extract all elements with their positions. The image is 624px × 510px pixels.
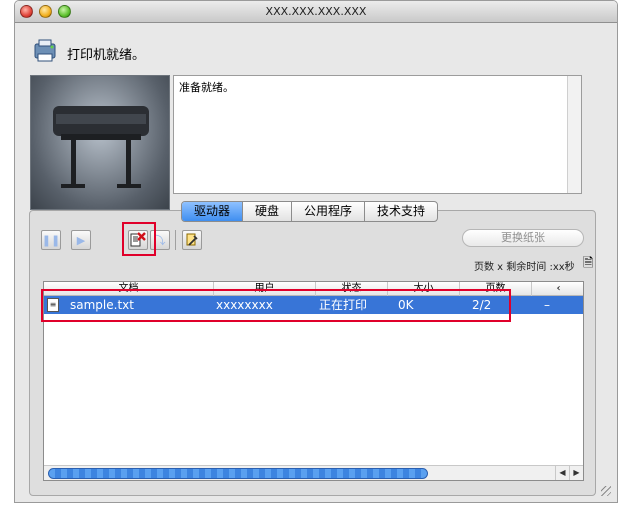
scroll-right-icon[interactable]: ▶ bbox=[569, 466, 583, 480]
remaining-time-text: 页数 x 剩余时间 :xx秒 bbox=[474, 262, 575, 273]
document-icon: 🗎 bbox=[583, 256, 594, 271]
status-message: 准备就绪。 bbox=[179, 81, 234, 94]
pause-icon: ❚❚ bbox=[41, 233, 61, 247]
resize-grip-icon[interactable] bbox=[601, 486, 611, 496]
tab-support[interactable]: 技术支持 bbox=[365, 202, 437, 221]
window-title: XXX.XXX.XXX.XXX bbox=[265, 5, 367, 18]
printer-status-window: XXX.XXX.XXX.XXX 打印机就绪。 准备就绪。 驱动器 硬盘 公用程序… bbox=[14, 0, 618, 503]
printer-status-text: 打印机就绪。 bbox=[67, 48, 146, 63]
wrench-icon bbox=[186, 233, 198, 246]
row-extra: – bbox=[544, 298, 550, 312]
column-more[interactable]: ‹ bbox=[532, 282, 585, 296]
maintenance-button[interactable] bbox=[182, 230, 202, 250]
printer-illustration bbox=[53, 106, 149, 188]
tab-driver[interactable]: 驱动器 bbox=[182, 202, 244, 221]
scroll-thumb[interactable] bbox=[48, 468, 428, 479]
status-message-box: 准备就绪。 bbox=[173, 75, 582, 194]
resume-job-icon: ⤵ bbox=[154, 234, 166, 247]
message-scrollbar[interactable] bbox=[567, 76, 581, 193]
tab-bar: 驱动器 硬盘 公用程序 技术支持 bbox=[181, 201, 439, 222]
printer-status-icon bbox=[34, 39, 56, 62]
pause-printer-button[interactable]: ❚❚ bbox=[41, 230, 61, 250]
scroll-left-icon[interactable]: ◀ bbox=[555, 466, 569, 480]
resume-printer-button[interactable]: ▶ bbox=[71, 230, 91, 250]
change-paper-button[interactable]: 更换纸张 bbox=[462, 229, 584, 247]
delete-job-highlight bbox=[122, 222, 156, 256]
play-icon: ▶ bbox=[76, 233, 86, 247]
tab-utility[interactable]: 公用程序 bbox=[292, 202, 366, 221]
job-row-highlight bbox=[41, 289, 511, 322]
tab-hard-disk[interactable]: 硬盘 bbox=[243, 202, 293, 221]
printer-image bbox=[30, 75, 170, 210]
horizontal-scrollbar[interactable]: ◀ ▶ bbox=[44, 465, 583, 480]
title-bar: XXX.XXX.XXX.XXX bbox=[15, 1, 617, 23]
toolbar-separator bbox=[175, 230, 176, 250]
